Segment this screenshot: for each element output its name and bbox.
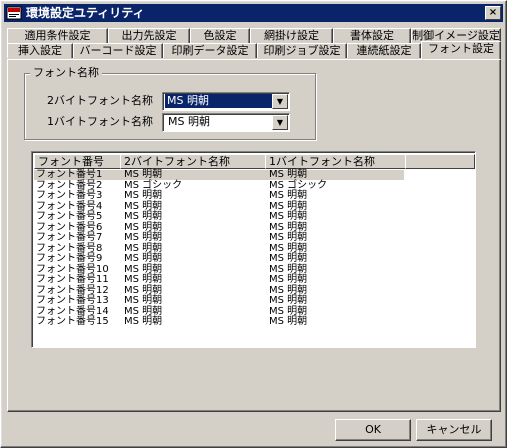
- font-name-group-label: フォント名称: [30, 66, 102, 79]
- cell-font-number: フォント番号15: [36, 316, 109, 327]
- settings-window: 環境設定ユティリティ × 適用条件設定 出力先設定 色設定 網掛け設定 書体設定 制御イメ…: [0, 0, 507, 448]
- tab-tabs_back-4[interactable]: 書体設定: [333, 28, 411, 43]
- cell-font-number: フォント番号9: [36, 253, 103, 264]
- cell-font-number: フォント番号10: [36, 263, 109, 275]
- cell-font-number: フォント番号11: [36, 274, 109, 285]
- double-byte-font-value: MS 明朝: [165, 94, 274, 108]
- table-row[interactable]: フォント番号3 MS 明朝 MS 明朝: [34, 191, 404, 201]
- cell-double-byte-font: MS 明朝: [124, 305, 163, 317]
- column-header-empty: [405, 154, 475, 169]
- tab-tabs_front-2[interactable]: 印刷データ設定: [163, 43, 257, 58]
- cell-font-number: フォント番号8: [36, 242, 103, 254]
- window-title: 環境設定ユティリティ: [26, 6, 145, 20]
- table-row[interactable]: フォント番号5 MS 明朝 MS 明朝: [34, 212, 404, 222]
- table-row[interactable]: フォント番号9 MS 明朝 MS 明朝: [34, 254, 404, 264]
- ok-button[interactable]: OK: [335, 419, 411, 441]
- chevron-down-icon[interactable]: ▼: [272, 94, 288, 109]
- table-row[interactable]: フォント番号10 MS 明朝 MS 明朝: [34, 263, 404, 275]
- column-header-single-byte[interactable]: 1バイトフォント名称: [265, 154, 406, 169]
- tab-tabs_front-1[interactable]: バーコード設定: [73, 43, 163, 58]
- table-row[interactable]: フォント番号7 MS 明朝 MS 明朝: [34, 233, 404, 243]
- app-icon: [6, 6, 22, 20]
- table-row[interactable]: フォント番号15 MS 明朝 MS 明朝: [34, 317, 404, 327]
- table-row[interactable]: フォント番号8 MS 明朝 MS 明朝: [34, 242, 404, 254]
- chevron-down-icon[interactable]: ▼: [272, 115, 288, 130]
- tab-tabs_back-0[interactable]: 適用条件設定: [7, 28, 108, 43]
- tab-tabs_front-3[interactable]: 印刷ジョブ設定: [257, 43, 347, 58]
- cancel-button[interactable]: キャンセル: [416, 419, 492, 441]
- cell-font-number: フォント番号6: [36, 221, 103, 233]
- cell-double-byte-font: MS 明朝: [124, 274, 163, 285]
- single-byte-font-label: 1バイトフォント名称: [47, 115, 153, 128]
- table-row[interactable]: フォント番号11 MS 明朝 MS 明朝: [34, 275, 404, 285]
- cell-single-byte-font: MS 明朝: [269, 242, 308, 254]
- close-button[interactable]: ×: [485, 6, 501, 20]
- cell-double-byte-font: MS 明朝: [124, 200, 163, 212]
- cell-font-number: フォント番号14: [36, 305, 109, 317]
- table-row[interactable]: フォント番号12 MS 明朝 MS 明朝: [34, 284, 404, 296]
- tab-tabs_front-5[interactable]: フォント設定: [421, 41, 501, 59]
- tab-tabs_back-2[interactable]: 色設定: [190, 28, 250, 43]
- cell-double-byte-font: MS ゴシック: [124, 179, 183, 191]
- font-list[interactable]: フォント番号 2バイトフォント名称 1バイトフォント名称 フォント番号1 MS 明…: [31, 151, 476, 348]
- cell-font-number: フォント番号5: [36, 211, 103, 222]
- cell-double-byte-font: MS 明朝: [124, 253, 163, 264]
- tab-tabs_back-3[interactable]: 網掛け設定: [250, 28, 333, 43]
- cell-single-byte-font: MS 明朝: [269, 169, 308, 180]
- cell-font-number: フォント番号7: [36, 232, 103, 243]
- column-header-double-byte[interactable]: 2バイトフォント名称: [120, 154, 266, 169]
- cell-double-byte-font: MS 明朝: [124, 232, 163, 243]
- cell-double-byte-font: MS 明朝: [124, 242, 163, 254]
- table-row[interactable]: フォント番号2 MS ゴシック MS ゴシック: [34, 179, 404, 191]
- cell-double-byte-font: MS 明朝: [124, 284, 163, 296]
- tab-tabs_front-4[interactable]: 連続紙設定: [347, 43, 421, 58]
- cell-single-byte-font: MS 明朝: [269, 284, 308, 296]
- cell-single-byte-font: MS 明朝: [269, 221, 308, 233]
- cell-single-byte-font: MS 明朝: [269, 305, 308, 317]
- cell-font-number: フォント番号1: [36, 169, 103, 180]
- table-row[interactable]: フォント番号6 MS 明朝 MS 明朝: [34, 221, 404, 233]
- table-row[interactable]: フォント番号1 MS 明朝 MS 明朝: [34, 170, 404, 180]
- cell-single-byte-font: MS 明朝: [269, 274, 308, 285]
- close-icon: ×: [488, 7, 498, 18]
- cell-font-number: フォント番号4: [36, 200, 103, 212]
- double-byte-font-label: 2バイトフォント名称: [47, 94, 153, 107]
- column-header-font-number[interactable]: フォント番号: [34, 154, 121, 169]
- cell-double-byte-font: MS 明朝: [124, 211, 163, 222]
- cell-single-byte-font: MS 明朝: [269, 232, 308, 243]
- cell-single-byte-font: MS 明朝: [269, 190, 308, 201]
- single-byte-font-select[interactable]: MS 明朝 ▼: [162, 113, 290, 132]
- cell-font-number: フォント番号12: [36, 284, 109, 296]
- cell-font-number: フォント番号2: [36, 179, 103, 191]
- cell-single-byte-font: MS 明朝: [269, 253, 308, 264]
- tab-tabs_front-0[interactable]: 挿入設定: [7, 43, 73, 58]
- cell-double-byte-font: MS 明朝: [124, 263, 163, 275]
- single-byte-font-value: MS 明朝: [168, 115, 210, 128]
- table-row[interactable]: フォント番号4 MS 明朝 MS 明朝: [34, 200, 404, 212]
- table-row[interactable]: フォント番号14 MS 明朝 MS 明朝: [34, 305, 404, 317]
- cell-double-byte-font: MS 明朝: [124, 316, 163, 327]
- cell-single-byte-font: MS 明朝: [269, 316, 308, 327]
- cell-single-byte-font: MS 明朝: [269, 200, 308, 212]
- cell-font-number: フォント番号13: [36, 295, 109, 306]
- cell-single-byte-font: MS ゴシック: [269, 179, 328, 191]
- cell-font-number: フォント番号3: [36, 190, 103, 201]
- table-row[interactable]: フォント番号13 MS 明朝 MS 明朝: [34, 296, 404, 306]
- double-byte-font-select[interactable]: MS 明朝 ▼: [162, 92, 290, 111]
- cell-double-byte-font: MS 明朝: [124, 190, 163, 201]
- cell-double-byte-font: MS 明朝: [124, 295, 163, 306]
- cell-double-byte-font: MS 明朝: [124, 169, 163, 180]
- tab-tabs_back-1[interactable]: 出力先設定: [108, 28, 190, 43]
- cell-double-byte-font: MS 明朝: [124, 221, 163, 233]
- cell-single-byte-font: MS 明朝: [269, 263, 308, 275]
- list-header: フォント番号 2バイトフォント名称 1バイトフォント名称: [34, 154, 475, 169]
- title-bar[interactable]: 環境設定ユティリティ ×: [4, 4, 503, 22]
- cell-single-byte-font: MS 明朝: [269, 295, 308, 306]
- cell-single-byte-font: MS 明朝: [269, 211, 308, 222]
